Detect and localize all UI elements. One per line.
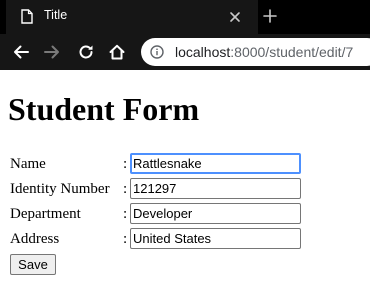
url-path: :8000/student/edit/7	[230, 44, 354, 60]
save-button[interactable]: Save	[10, 254, 56, 275]
form-row-department: Department :	[10, 202, 310, 226]
home-icon[interactable]	[108, 43, 126, 61]
plus-icon[interactable]	[262, 8, 278, 24]
department-label: Department	[10, 206, 81, 222]
form-row-identity-number: Identity Number :	[10, 177, 310, 201]
page-title: Student Form	[8, 91, 200, 127]
identity-number-input[interactable]	[130, 178, 301, 199]
document-icon	[21, 9, 33, 24]
form-row-address: Address :	[10, 227, 310, 251]
label-colon: :	[123, 181, 128, 197]
info-icon[interactable]	[150, 45, 164, 59]
tab-title: Title	[44, 8, 68, 22]
form-row-name: Name :	[10, 152, 310, 176]
url-text: localhost:8000/student/edit/7	[175, 44, 353, 60]
label-colon: :	[123, 231, 128, 247]
name-label: Name	[10, 156, 46, 172]
url-host: localhost	[175, 44, 231, 60]
department-input[interactable]	[130, 203, 301, 224]
reload-icon[interactable]	[77, 43, 95, 61]
label-colon: :	[123, 206, 128, 222]
address-label: Address	[10, 231, 60, 247]
address-input[interactable]	[130, 228, 301, 249]
tab-strip: Title	[0, 0, 370, 34]
label-colon: :	[123, 156, 128, 172]
arrow-left-icon[interactable]	[12, 43, 30, 61]
close-icon[interactable]	[227, 9, 243, 25]
identity-number-label: Identity Number	[10, 181, 110, 197]
address-bar[interactable]: localhost:8000/student/edit/7	[141, 38, 370, 66]
browser-toolbar: localhost:8000/student/edit/7	[0, 34, 370, 70]
browser-tab[interactable]: Title	[6, 0, 258, 34]
arrow-right-icon[interactable]	[43, 43, 61, 61]
name-input[interactable]	[130, 153, 301, 174]
